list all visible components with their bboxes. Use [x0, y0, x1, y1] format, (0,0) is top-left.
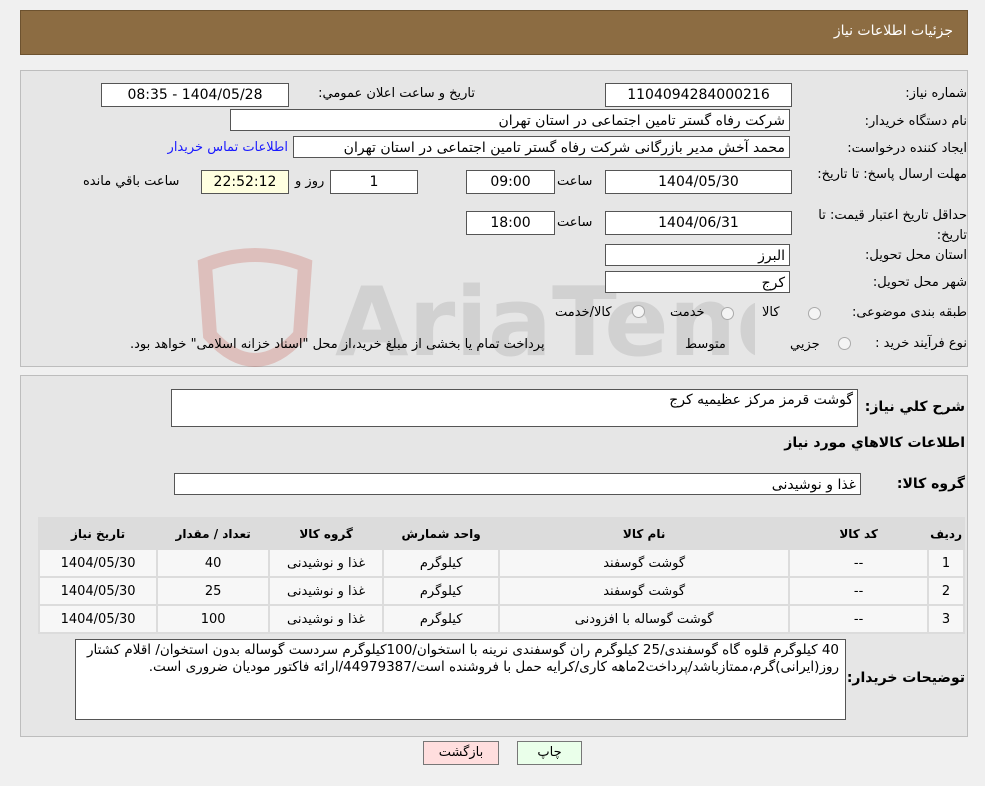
validity-date-field: 1404/06/31 — [605, 211, 792, 235]
cell-code: -- — [790, 606, 928, 632]
category-option-goods: کالا — [762, 305, 780, 320]
summary-label: شرح کلي نياز: — [864, 399, 965, 415]
buyer-field: شرکت رفاه گستر تامین اجتماعی در استان ته… — [230, 109, 790, 131]
goods-table: رديف کد کالا نام کالا واحد شمارش گروه کا… — [38, 517, 965, 634]
page-title: جزئيات اطلاعات نياز — [833, 23, 953, 39]
city-field: کرج — [605, 271, 790, 293]
days-label: روز و — [295, 174, 325, 189]
table-header-row: رديف کد کالا نام کالا واحد شمارش گروه کا… — [40, 519, 963, 548]
cell-qty: 100 — [158, 606, 269, 632]
cell-unit: کيلوگرم — [384, 606, 499, 632]
back-button[interactable]: بازگشت — [423, 741, 499, 765]
print-button[interactable]: چاپ — [517, 741, 582, 765]
need-number-field: 1104094284000216 — [605, 83, 792, 107]
cell-group: غذا و نوشيدنی — [270, 606, 383, 632]
cell-date: 1404/05/30 — [40, 606, 157, 632]
process-note: پرداخت تمام يا بخشی از مبلغ خريد،از محل … — [130, 337, 545, 352]
deadline-date-field: 1404/05/30 — [605, 170, 792, 194]
group-field: غذا و نوشیدنی — [174, 473, 861, 495]
cell-row: 2 — [929, 578, 963, 604]
notes-textarea[interactable]: 40 کیلوگرم قلوه گاه گوسفندی/25 کیلوگرم ر… — [75, 639, 846, 720]
cell-name: گوشت گوسفند — [500, 578, 789, 604]
cell-group: غذا و نوشيدنی — [270, 550, 383, 576]
notes-label: توضيحات خريدار: — [846, 670, 965, 686]
deadline-time-label: ساعت — [557, 174, 593, 189]
page-header: جزئيات اطلاعات نياز — [20, 10, 968, 55]
province-label: استان محل تحويل: — [865, 248, 967, 263]
col-qty: تعداد / مقدار — [158, 519, 269, 548]
validity-time-field: 18:00 — [466, 211, 555, 235]
need-number-label: شماره نیاز: — [905, 86, 967, 101]
process-radio-small[interactable] — [838, 337, 851, 350]
col-row: رديف — [929, 519, 963, 548]
announce-field: 1404/05/28 - 08:35 — [101, 83, 289, 107]
deadline-label: مهلت ارسال پاسخ: تا تاريخ: — [817, 167, 967, 182]
buyer-contact-link[interactable]: اطلاعات تماس خريدار — [168, 140, 288, 155]
cell-qty: 40 — [158, 550, 269, 576]
col-group: گروه کالا — [270, 519, 383, 548]
cell-name: گوشت گوساله با افزودنی — [500, 606, 789, 632]
cell-date: 1404/05/30 — [40, 578, 157, 604]
category-radio-both[interactable] — [632, 305, 645, 318]
cell-date: 1404/05/30 — [40, 550, 157, 576]
validity-label: حداقل تاريخ اعتبار قيمت: تا تاريخ: — [818, 208, 967, 243]
buyer-label: نام دستگاه خريدار: — [864, 114, 967, 129]
col-date: تاريخ نياز — [40, 519, 157, 548]
col-code: کد کالا — [790, 519, 928, 548]
days-field: 1 — [330, 170, 418, 194]
category-radio-goods[interactable] — [808, 307, 821, 320]
cell-unit: کيلوگرم — [384, 550, 499, 576]
group-label: گروه کالا: — [896, 476, 965, 492]
cell-name: گوشت گوسفند — [500, 550, 789, 576]
creator-label: ايجاد کننده درخواست: — [847, 141, 967, 156]
cell-code: -- — [790, 550, 928, 576]
goods-table-wrap: رديف کد کالا نام کالا واحد شمارش گروه کا… — [38, 517, 965, 634]
validity-time-label: ساعت — [557, 215, 593, 230]
remaining-time-field: 22:52:12 — [201, 170, 289, 194]
cell-qty: 25 — [158, 578, 269, 604]
process-label: نوع فرآیند خرید : — [875, 336, 967, 351]
table-row: 3 -- گوشت گوساله با افزودنی کيلوگرم غذا و نو… — [40, 606, 963, 632]
province-field: البرز — [605, 244, 790, 266]
deadline-time-field: 09:00 — [466, 170, 555, 194]
cell-row: 3 — [929, 606, 963, 632]
table-row: 1 -- گوشت گوسفند کيلوگرم غذا و نوشيدنی 40 1404… — [40, 550, 963, 576]
category-option-both: کالا/خدمت — [555, 305, 612, 320]
category-radio-service[interactable] — [721, 307, 734, 320]
goods-section-title: اطلاعات کالاهاي مورد نياز — [784, 435, 965, 451]
cell-row: 1 — [929, 550, 963, 576]
col-name: نام کالا — [500, 519, 789, 548]
cell-code: -- — [790, 578, 928, 604]
category-label: طبقه بندی موضوعی: — [851, 305, 967, 320]
category-option-service: خدمت — [670, 305, 705, 320]
process-option-medium: متوسط — [685, 337, 726, 352]
remaining-label: ساعت باقي مانده — [83, 174, 180, 189]
creator-field: محمد آخش مدیر بازرگانی شرکت رفاه گستر تا… — [293, 136, 790, 158]
table-row: 2 -- گوشت گوسفند کيلوگرم غذا و نوشيدنی 25 1404… — [40, 578, 963, 604]
announce-label: تاريخ و ساعت اعلان عمومي: — [318, 86, 475, 101]
summary-textarea[interactable]: گوشت قرمز مرکز عظیمیه کرج — [171, 389, 858, 427]
process-option-small: جزيي — [790, 337, 820, 352]
cell-unit: کيلوگرم — [384, 578, 499, 604]
city-label: شهر محل تحويل: — [872, 275, 967, 290]
col-unit: واحد شمارش — [384, 519, 499, 548]
cell-group: غذا و نوشيدنی — [270, 578, 383, 604]
